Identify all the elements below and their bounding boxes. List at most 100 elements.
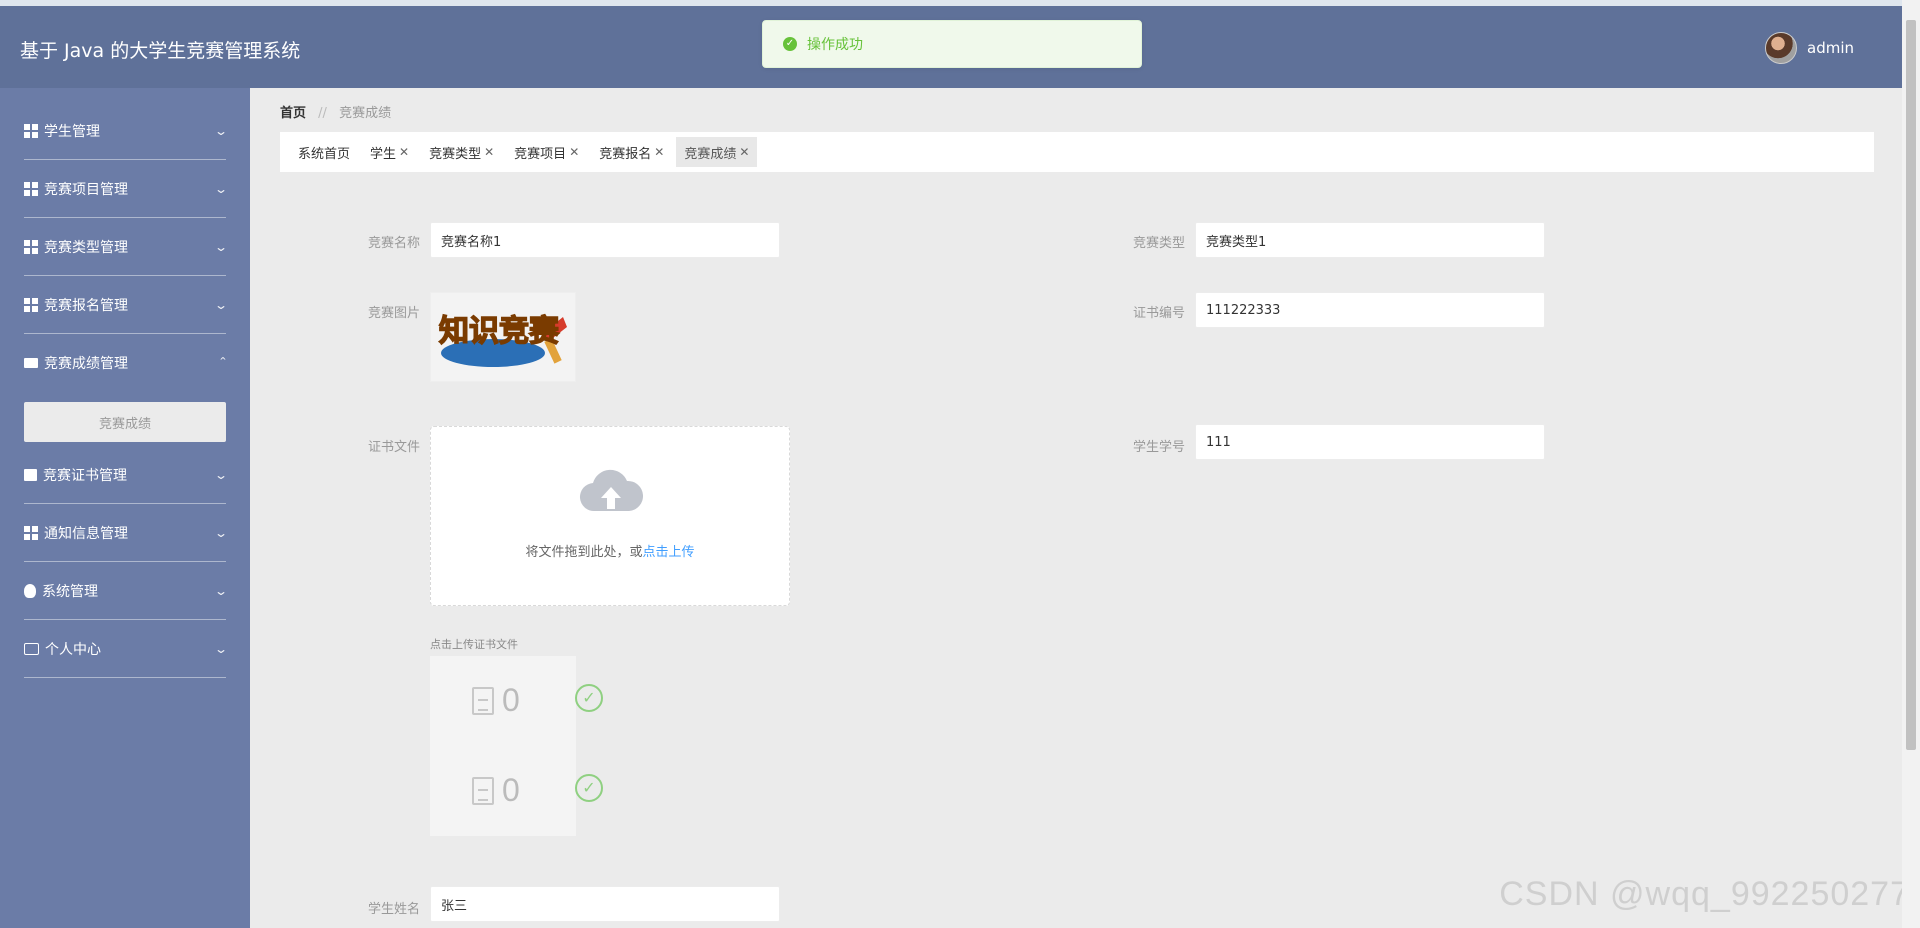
chat-icon — [24, 358, 38, 368]
check-circle-icon: ✓ — [575, 774, 603, 802]
chevron-down-icon: ⌄ — [213, 525, 229, 540]
cert-no-field[interactable]: 111222333 — [1195, 292, 1545, 328]
sidebar-item-student[interactable]: 学生管理 ⌄ — [0, 102, 250, 160]
chevron-up-icon: ˆ — [218, 356, 228, 370]
upload-hint: 点击上传证书文件 — [430, 638, 518, 651]
upload-instructions: 将文件拖到此处，或点击上传 — [431, 541, 789, 560]
sidebar-item-system[interactable]: 系统管理 ⌄ — [0, 562, 250, 620]
contest-name-label: 竞赛名称 — [367, 236, 420, 251]
app-title: 基于 Java 的大学生竞赛管理系统 — [20, 40, 301, 62]
grid-icon — [24, 239, 38, 254]
grid-icon — [24, 181, 38, 196]
contest-image: 知识竞赛 — [431, 293, 575, 381]
avatar[interactable] — [1765, 32, 1797, 64]
close-icon[interactable]: ✕ — [739, 145, 749, 159]
student-no-field[interactable]: 111 — [1195, 424, 1545, 460]
image-caption: 知识竞赛 — [439, 314, 560, 349]
tab-label: 竞赛报名 — [599, 146, 652, 162]
cert-file-label: 证书文件 — [367, 440, 420, 455]
sidebar-item-contest-score[interactable]: 竞赛成绩管理 ˆ — [0, 334, 250, 392]
tab-home[interactable]: 系统首页 — [290, 137, 358, 167]
success-toast: ✓ 操作成功 — [762, 20, 1142, 68]
sidebar-item-notice[interactable]: 通知信息管理 ⌄ — [0, 504, 250, 562]
grid-icon — [24, 123, 38, 138]
contest-type-field[interactable]: 竞赛类型1 — [1195, 222, 1545, 258]
student-no-label: 学生学号 — [1132, 440, 1185, 455]
card-icon — [24, 642, 39, 655]
sidebar-item-label: 竞赛类型管理 — [44, 239, 128, 256]
file-count: 0 — [502, 682, 520, 718]
sidebar-item-label: 竞赛证书管理 — [43, 467, 127, 484]
file-icon — [472, 686, 494, 715]
scrollbar[interactable] — [1902, 0, 1920, 928]
chevron-down-icon: ⌄ — [213, 181, 229, 196]
success-check-icon: ✓ — [783, 37, 797, 51]
sidebar: 学生管理 ⌄ 竞赛项目管理 ⌄ 竞赛类型管理 ⌄ 竞赛报名管理 ⌄ 竞赛成绩管理 ˆ 竞赛… — [0, 88, 250, 928]
submenu-item-contest-score[interactable]: 竞赛成绩 — [24, 402, 226, 442]
grid-icon — [24, 525, 38, 540]
tab-label: 竞赛类型 — [429, 146, 482, 162]
main-content: 首页 // 竞赛成绩 系统首页 学生 ✕ 竞赛类型 ✕ 竞赛项目 ✕ 竞赛报名 ✕ 竞赛… — [250, 88, 1902, 928]
file-list: 0 ✓ 0 ✓ — [430, 656, 603, 836]
sidebar-item-contest-signup[interactable]: 竞赛报名管理 ⌄ — [0, 276, 250, 334]
close-icon[interactable]: ✕ — [654, 145, 664, 159]
upload-dropzone[interactable]: 将文件拖到此处，或点击上传 — [430, 426, 790, 606]
contest-picture-label: 竞赛图片 — [367, 306, 420, 321]
tab-label: 竞赛项目 — [514, 146, 567, 162]
cloud-upload-icon — [579, 469, 643, 512]
document-icon — [24, 468, 37, 481]
file-item[interactable]: 0 — [472, 772, 520, 809]
close-icon[interactable]: ✕ — [569, 145, 579, 159]
breadcrumb-current: 竞赛成绩 — [339, 106, 392, 121]
contest-picture[interactable]: 知识竞赛 — [430, 292, 576, 382]
close-icon[interactable]: ✕ — [399, 145, 409, 159]
bulb-icon — [24, 583, 36, 598]
watermark: CSDN @wqq_992250277 — [1499, 875, 1910, 913]
file-icon — [472, 776, 494, 805]
chevron-down-icon: ⌄ — [213, 123, 229, 138]
tab-student[interactable]: 学生 ✕ — [362, 137, 417, 167]
sidebar-item-certificate[interactable]: 竞赛证书管理 ⌄ — [0, 446, 250, 504]
chevron-down-icon: ⌄ — [213, 467, 229, 482]
user-menu[interactable]: admin — [1765, 32, 1854, 64]
scrollbar-thumb[interactable] — [1906, 20, 1916, 750]
sidebar-item-label: 竞赛成绩管理 — [44, 356, 128, 372]
toast-message: 操作成功 — [807, 37, 863, 53]
breadcrumb: 首页 // 竞赛成绩 — [280, 102, 391, 121]
sidebar-item-contest-project[interactable]: 竞赛项目管理 ⌄ — [0, 160, 250, 218]
tab-contest-project[interactable]: 竞赛项目 ✕ — [506, 137, 587, 167]
tab-contest-type[interactable]: 竞赛类型 ✕ — [421, 137, 502, 167]
cert-no-label: 证书编号 — [1132, 306, 1185, 321]
tab-contest-score[interactable]: 竞赛成绩 ✕ — [676, 137, 758, 167]
sidebar-item-label: 学生管理 — [44, 123, 100, 140]
file-item[interactable]: 0 — [472, 682, 520, 719]
sidebar-item-label: 系统管理 — [42, 583, 98, 600]
sidebar-item-profile[interactable]: 个人中心 ⌄ — [0, 620, 250, 678]
grid-icon — [24, 297, 38, 312]
sidebar-item-label: 竞赛项目管理 — [44, 181, 128, 198]
upload-text: 将文件拖到此处，或 — [525, 545, 643, 560]
student-name-label: 学生姓名 — [367, 902, 420, 917]
sidebar-item-label: 个人中心 — [45, 641, 101, 658]
contest-name-field[interactable]: 竞赛名称1 — [430, 222, 780, 258]
tab-label: 系统首页 — [298, 146, 351, 162]
tab-label: 学生 — [370, 146, 397, 162]
sidebar-item-label: 竞赛报名管理 — [44, 297, 128, 314]
tab-bar: 系统首页 学生 ✕ 竞赛类型 ✕ 竞赛项目 ✕ 竞赛报名 ✕ 竞赛成绩 ✕ — [280, 132, 1874, 172]
upload-link[interactable]: 点击上传 — [643, 545, 695, 560]
check-circle-icon: ✓ — [575, 684, 603, 712]
close-icon[interactable]: ✕ — [484, 145, 494, 159]
tab-contest-signup[interactable]: 竞赛报名 ✕ — [591, 137, 672, 167]
breadcrumb-home[interactable]: 首页 — [280, 106, 306, 121]
chevron-down-icon: ⌄ — [213, 583, 229, 598]
breadcrumb-separator: // — [318, 106, 327, 121]
username[interactable]: admin — [1807, 39, 1854, 57]
contest-type-label: 竞赛类型 — [1132, 236, 1185, 251]
tab-label: 竞赛成绩 — [684, 146, 737, 162]
student-name-field[interactable]: 张三 — [430, 886, 780, 922]
sidebar-item-contest-type[interactable]: 竞赛类型管理 ⌄ — [0, 218, 250, 276]
chevron-down-icon: ⌄ — [213, 239, 229, 254]
file-count: 0 — [502, 772, 520, 808]
sidebar-item-label: 通知信息管理 — [44, 525, 128, 542]
chevron-down-icon: ⌄ — [213, 641, 229, 656]
